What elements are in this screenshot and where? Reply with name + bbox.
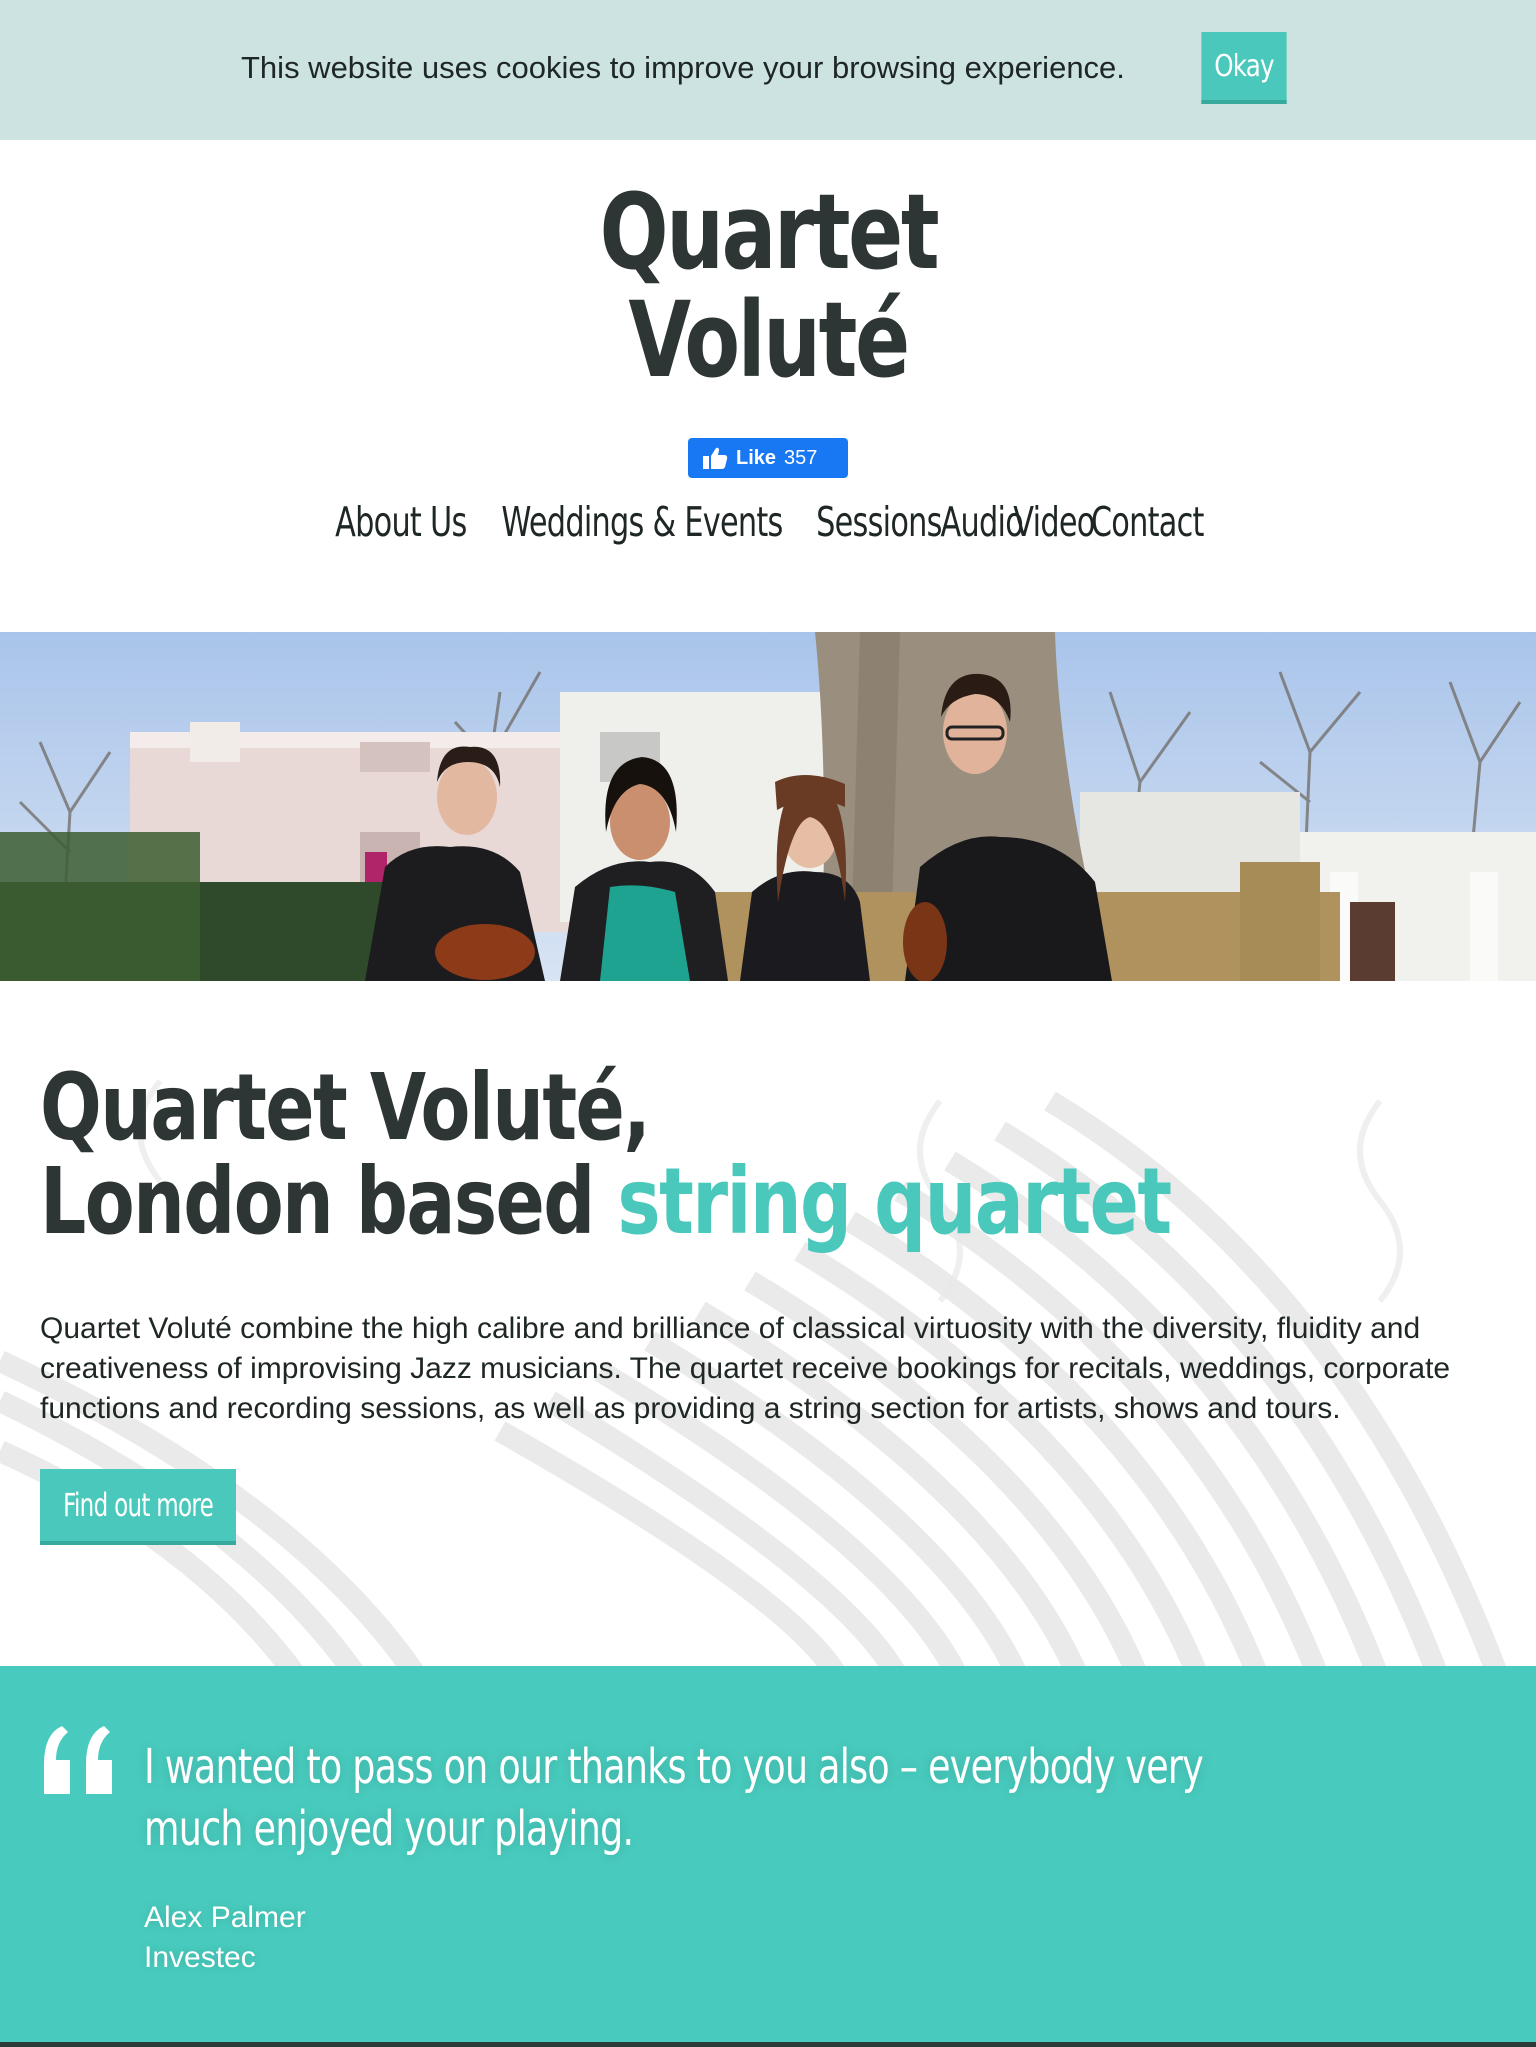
intro-headline: Quartet Voluté, London based string quar… <box>40 1054 1172 1249</box>
footer-edge <box>0 2042 1536 2047</box>
headline-plain: London based <box>40 1148 618 1255</box>
nav-item-weddings-events[interactable]: Weddings & Events <box>501 492 783 552</box>
thumbs-up-icon <box>703 447 728 469</box>
testimonial-author-company: Investec <box>144 1941 256 1974</box>
main-nav: About Us Weddings & Events Sessions Audi… <box>0 492 1536 552</box>
nav-item-sessions[interactable]: Sessions <box>816 492 942 552</box>
cookie-message: This website uses cookies to improve you… <box>241 50 1125 85</box>
nav-item-audio[interactable]: Audio <box>940 492 1023 552</box>
site-logo[interactable]: Quartet <box>0 178 1536 286</box>
intro-section: Quartet Voluté, London based string quar… <box>0 981 1536 1666</box>
headline-line1: Quartet Voluté, <box>40 1054 651 1161</box>
site-logo-line2[interactable]: Voluté <box>0 286 1536 394</box>
testimonial-section: I wanted to pass on our thanks to you al… <box>0 1666 1536 2047</box>
nav-item-contact[interactable]: Contact <box>1091 492 1205 552</box>
quartet-photo <box>0 632 1536 981</box>
site-title-line1: Quartet <box>599 171 939 293</box>
testimonial-author-name: Alex Palmer <box>144 1901 306 1934</box>
facebook-like-count: 357 <box>784 446 818 469</box>
nav-item-about-us[interactable]: About Us <box>335 492 467 552</box>
facebook-like-button[interactable]: Like 357 <box>688 438 848 478</box>
headline-accent: string quartet <box>617 1148 1172 1255</box>
testimonial-quote: I wanted to pass on our thanks to you al… <box>144 1739 1204 1857</box>
cookie-okay-button[interactable]: Okay <box>1201 32 1287 104</box>
testimonial-author: Alex Palmer Investec <box>144 1898 306 1978</box>
find-out-more-button[interactable]: Find out more <box>40 1469 236 1545</box>
hero-photo <box>0 632 1536 981</box>
site-title-line2: Voluté <box>628 279 910 401</box>
nav-item-video[interactable]: Video <box>1014 492 1096 552</box>
cookie-banner: This website uses cookies to improve you… <box>0 0 1536 140</box>
facebook-like-label: Like <box>736 446 777 469</box>
intro-paragraph: Quartet Voluté combine the high calibre … <box>40 1312 1451 1425</box>
headline-line2: London based string quartet <box>40 1155 1172 1249</box>
find-out-more-label: Find out more <box>63 1486 214 1524</box>
quote-mark-icon <box>44 1726 112 1794</box>
